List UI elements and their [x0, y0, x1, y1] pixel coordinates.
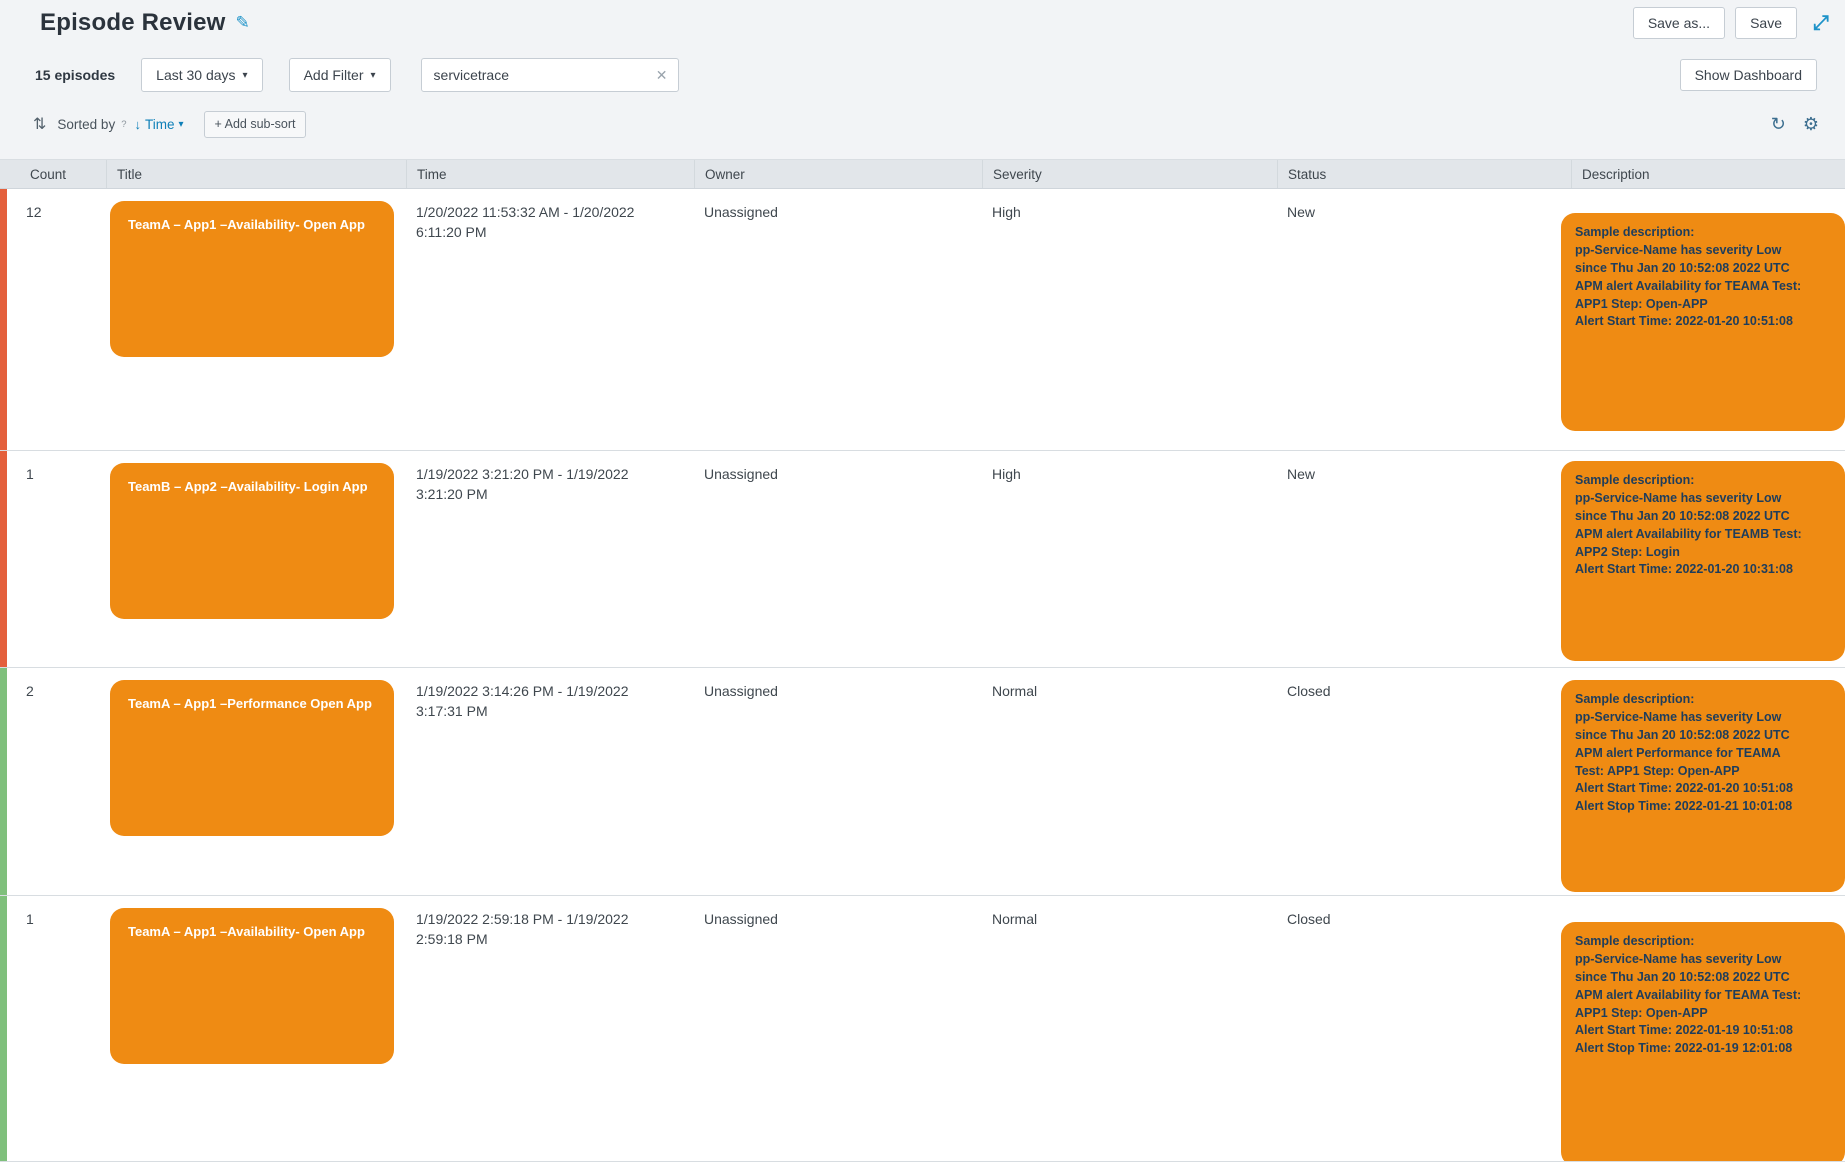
episode-description-badge[interactable]: Sample description: pp-Service-Name has …: [1561, 213, 1845, 431]
episode-title-badge[interactable]: TeamA – App1 –Availability- Open App: [110, 201, 394, 357]
episode-time-cell: 1/19/2022 2:59:18 PM - 1/19/2022 2:59:18…: [406, 896, 694, 1162]
sort-list-icon: ⇅: [33, 114, 46, 134]
episode-description-cell: Sample description: pp-Service-Name has …: [1571, 668, 1845, 895]
severity-strip: [0, 896, 7, 1161]
save-as-button[interactable]: Save as...: [1633, 7, 1725, 39]
table-row[interactable]: 1 TeamA – App1 –Availability- Open App 1…: [0, 896, 1845, 1162]
episode-count-cell: 1: [0, 896, 106, 1162]
sort-direction-arrow-icon: ↓: [135, 117, 142, 132]
episode-time-cell: 1/19/2022 3:14:26 PM - 1/19/2022 3:17:31…: [406, 668, 694, 895]
chevron-down-icon: ▾: [179, 119, 184, 130]
episode-time-cell: 1/20/2022 11:53:32 AM - 1/20/2022 6:11:2…: [406, 189, 694, 450]
episode-time-cell: 1/19/2022 3:21:20 PM - 1/19/2022 3:21:20…: [406, 451, 694, 667]
top-area: Episode Review ✎ Save as... Save ⤢ 15 ep…: [0, 0, 1845, 159]
severity-strip: [0, 668, 7, 895]
chevron-down-icon: ▾: [371, 70, 376, 81]
sort-bar: ⇅ Sorted by ? ↓ Time ▾ + Add sub-sort ↻ …: [0, 104, 1845, 144]
episode-owner-cell: Unassigned: [694, 668, 982, 895]
episode-count-cell: 12: [0, 189, 106, 450]
episode-title-cell: TeamB – App2 –Availability- Login App: [106, 451, 406, 667]
chevron-down-icon: ▾: [243, 70, 248, 81]
column-header-severity[interactable]: Severity: [982, 160, 1277, 188]
episode-description-badge[interactable]: Sample description: pp-Service-Name has …: [1561, 461, 1845, 661]
clear-search-icon[interactable]: ✕: [656, 67, 668, 84]
column-header-owner[interactable]: Owner: [694, 160, 982, 188]
episode-severity-cell: High: [982, 451, 1277, 667]
table-row[interactable]: 2 TeamA – App1 –Performance Open App 1/1…: [0, 668, 1845, 896]
edit-title-icon[interactable]: ✎: [236, 13, 250, 33]
episode-count-label: 15 episodes: [35, 67, 115, 83]
search-input-wrap: ✕: [421, 58, 679, 92]
episodes-table: Count Title Time Owner Severity Status D…: [0, 159, 1845, 1162]
sorted-by-label: Sorted by: [57, 117, 115, 132]
time-range-dropdown[interactable]: Last 30 days ▾: [141, 58, 262, 92]
sort-field-time[interactable]: ↓ Time ▾: [135, 117, 184, 132]
column-header-description[interactable]: Description: [1571, 160, 1845, 188]
column-header-time[interactable]: Time: [406, 160, 694, 188]
save-button[interactable]: Save: [1735, 7, 1797, 39]
time-range-label: Last 30 days: [156, 67, 235, 83]
episode-severity-cell: Normal: [982, 896, 1277, 1162]
episode-status-cell: New: [1277, 189, 1571, 450]
search-input[interactable]: [422, 59, 678, 91]
column-header-title[interactable]: Title: [106, 160, 406, 188]
episode-status-cell: Closed: [1277, 668, 1571, 895]
episode-count-cell: 2: [0, 668, 106, 895]
episode-description-cell: Sample description: pp-Service-Name has …: [1571, 896, 1845, 1162]
episode-count-cell: 1: [0, 451, 106, 667]
table-row[interactable]: 1 TeamB – App2 –Availability- Login App …: [0, 451, 1845, 668]
episode-owner-cell: Unassigned: [694, 189, 982, 450]
table-header: Count Title Time Owner Severity Status D…: [0, 159, 1845, 189]
gear-icon[interactable]: ⚙: [1803, 115, 1819, 133]
severity-strip: [0, 189, 7, 450]
sort-bar-actions: ↻ ⚙: [1771, 115, 1819, 133]
episode-status-cell: New: [1277, 451, 1571, 667]
episode-description-cell: Sample description: pp-Service-Name has …: [1571, 189, 1845, 450]
episode-title-badge[interactable]: TeamB – App2 –Availability- Login App: [110, 463, 394, 619]
header-actions: Save as... Save ⤢: [1633, 7, 1829, 39]
episode-title-cell: TeamA – App1 –Availability- Open App: [106, 189, 406, 450]
sort-field-label: Time: [145, 117, 175, 132]
page-header-bar: Episode Review ✎ Save as... Save ⤢: [0, 0, 1845, 46]
show-dashboard-button[interactable]: Show Dashboard: [1680, 59, 1817, 91]
episode-title-cell: TeamA – App1 –Availability- Open App: [106, 896, 406, 1162]
add-filter-dropdown[interactable]: Add Filter ▾: [289, 58, 391, 92]
add-subsort-button[interactable]: + Add sub-sort: [204, 111, 307, 138]
add-filter-label: Add Filter: [304, 67, 364, 83]
episode-owner-cell: Unassigned: [694, 896, 982, 1162]
episode-title-cell: TeamA – App1 –Performance Open App: [106, 668, 406, 895]
page-title: Episode Review: [40, 9, 226, 37]
history-icon[interactable]: ↻: [1771, 115, 1786, 133]
column-header-status[interactable]: Status: [1277, 160, 1571, 188]
episode-title-badge[interactable]: TeamA – App1 –Performance Open App: [110, 680, 394, 836]
episode-status-cell: Closed: [1277, 896, 1571, 1162]
episode-description-badge[interactable]: Sample description: pp-Service-Name has …: [1561, 922, 1845, 1162]
episode-severity-cell: High: [982, 189, 1277, 450]
episode-owner-cell: Unassigned: [694, 451, 982, 667]
episode-title-badge[interactable]: TeamA – App1 –Availability- Open App: [110, 908, 394, 1064]
episode-description-badge[interactable]: Sample description: pp-Service-Name has …: [1561, 680, 1845, 892]
help-icon[interactable]: ?: [121, 119, 126, 130]
filter-bar: 15 episodes Last 30 days ▾ Add Filter ▾ …: [0, 46, 1845, 104]
column-header-count[interactable]: Count: [0, 160, 106, 188]
severity-strip: [0, 451, 7, 667]
expand-icon[interactable]: ⤢: [1813, 12, 1829, 35]
table-row[interactable]: 12 TeamA – App1 –Availability- Open App …: [0, 189, 1845, 451]
episode-description-cell: Sample description: pp-Service-Name has …: [1571, 451, 1845, 667]
episode-severity-cell: Normal: [982, 668, 1277, 895]
